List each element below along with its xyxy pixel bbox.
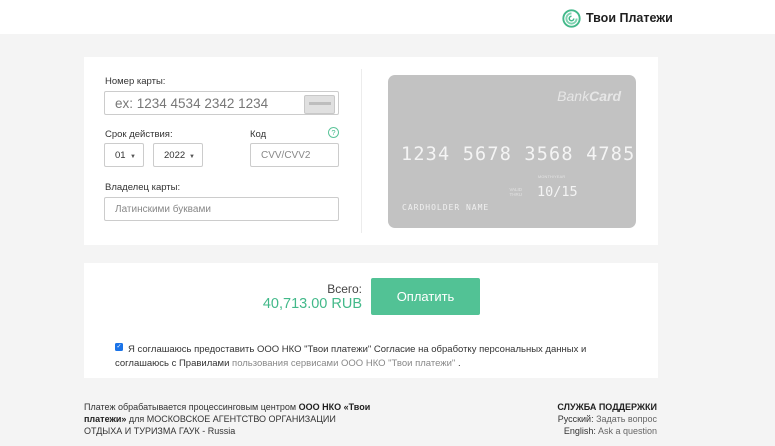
card-preview-valid-thru: VALID THRU (509, 187, 522, 197)
total-label: Всего: (327, 282, 362, 296)
card-preview-expiry: 10/15 (537, 184, 578, 200)
processing-org-a: ООО НКО (298, 402, 342, 412)
consent-text: Я соглашаюсь предоставить ООО НКО "Твои … (115, 343, 637, 371)
help-icon[interactable]: ? (328, 127, 339, 138)
pay-button[interactable]: Оплатить (371, 278, 480, 315)
card-preview-month-year: MONTH/YEAR (538, 175, 566, 179)
consent-end: . (457, 358, 461, 369)
divider (361, 69, 362, 233)
chevron-down-icon: ▼ (189, 154, 195, 160)
support-ru-link[interactable]: Задать вопрос (596, 414, 657, 424)
expiry-month-value: 01 (115, 149, 126, 161)
card-form-panel: Номер карты: ex: 1234 4534 2342 1234 Сро… (84, 57, 658, 245)
card-preview-number: 1234 5678 3568 4785 (401, 144, 636, 165)
card-number-placeholder: ex: 1234 4534 2342 1234 (115, 95, 269, 111)
support-en-link[interactable]: Ask a question (598, 426, 657, 436)
expiry-year-select[interactable]: 2022 ▼ (153, 143, 203, 167)
top-bar: Твои Платежи (0, 0, 775, 34)
card-brand-light: Bank (557, 88, 590, 104)
holder-label: Владелец карты: (105, 182, 181, 193)
cvv-input[interactable]: CVV/CVV2 (250, 143, 339, 167)
cvv-placeholder: CVV/CVV2 (261, 149, 311, 161)
brand-name: Твои Платежи (586, 11, 673, 25)
support-ru-row: Русский: Задать вопрос (500, 413, 657, 425)
expiry-label: Срок действия: (105, 129, 173, 140)
card-preview-brand: BankCard (557, 88, 621, 104)
brand-swirl-icon (562, 8, 581, 28)
brand-logo[interactable]: Твои Платежи (562, 8, 673, 28)
card-number-input[interactable]: ex: 1234 4534 2342 1234 (104, 91, 339, 115)
chevron-down-icon: ▼ (130, 154, 136, 160)
cvv-label: Код (250, 129, 267, 140)
card-brand-bold: Card (589, 88, 621, 104)
holder-placeholder: Латинскими буквами (115, 203, 211, 215)
expiry-month-select[interactable]: 01 ▼ (104, 143, 144, 167)
support-block: СЛУЖБА ПОДДЕРЖКИ Русский: Задать вопрос … (500, 401, 657, 437)
payment-panel: Всего: 40,713.00 RUB Оплатить Я соглашаю… (84, 263, 658, 378)
support-title: СЛУЖБА ПОДДЕРЖКИ (557, 402, 657, 412)
card-number-label: Номер карты: (105, 76, 166, 87)
consent-checkbox[interactable]: ✓ (115, 343, 123, 351)
processing-notice: Платеж обрабатывается процессинговым цен… (84, 401, 374, 437)
card-preview-holder: CARDHOLDER NAME (402, 203, 490, 212)
support-ru-label: Русский: (557, 414, 594, 424)
total-amount: 40,713.00 RUB (262, 296, 362, 312)
support-en-label: English: (563, 426, 596, 436)
support-en-row: English: Ask a question (500, 425, 657, 437)
card-icon (304, 95, 335, 114)
cardholder-input[interactable]: Латинскими буквами (104, 197, 339, 221)
card-preview: BankCard 1234 5678 3568 4785 VALID THRU … (388, 75, 636, 228)
processing-prefix: Платеж обрабатывается процессинговым цен… (84, 402, 297, 412)
consent-terms-link[interactable]: пользования сервисами ООО НКО "Твои плат… (232, 358, 455, 369)
expiry-year-value: 2022 (164, 149, 186, 161)
